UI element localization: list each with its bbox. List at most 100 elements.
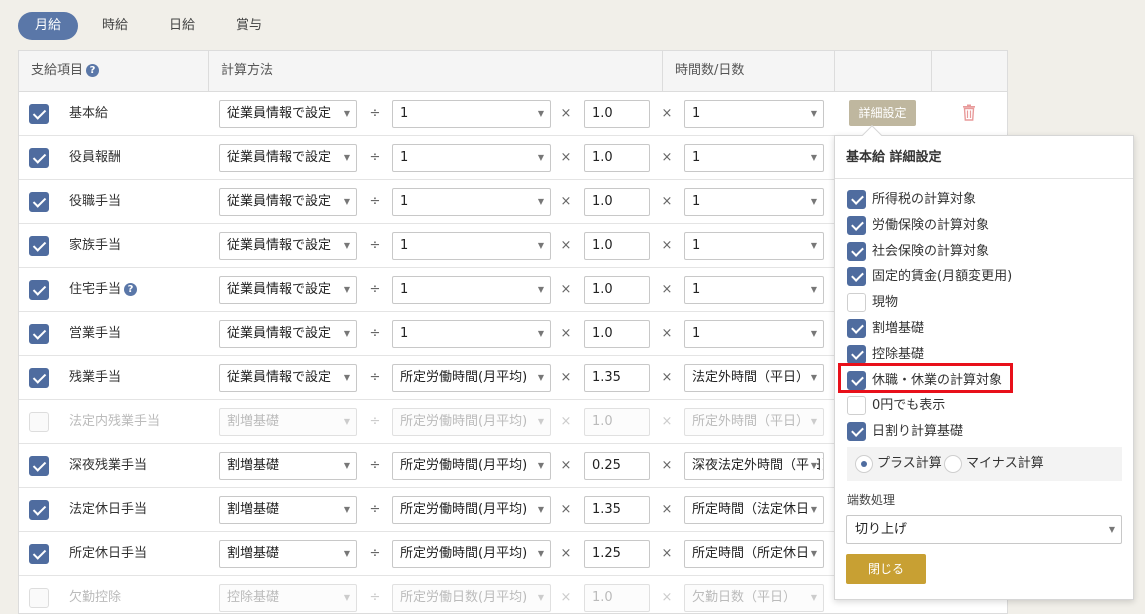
factor-input[interactable]: 1.0 <box>584 320 650 348</box>
row-checkbox[interactable] <box>29 544 49 564</box>
divisor-select[interactable]: 所定労働日数(月平均) <box>392 584 551 612</box>
row-checkbox[interactable] <box>29 412 49 432</box>
divisor-select[interactable]: 所定労働時間(月平均) <box>392 364 551 392</box>
method-select[interactable]: 従業員情報で設定 <box>219 188 357 216</box>
rounding-label: 端数処理 <box>847 493 896 507</box>
row-checkbox[interactable] <box>29 324 49 344</box>
hours-select[interactable]: 1 <box>684 320 824 348</box>
hours-select[interactable]: 法定外時間（平日） <box>684 364 824 392</box>
option-checkbox[interactable] <box>847 215 866 235</box>
multiply-operator: × <box>661 370 673 385</box>
header-item-label: 支給項目 <box>31 63 84 78</box>
hours-select[interactable]: 所定時間（法定休日） <box>684 496 824 524</box>
divisor-select[interactable]: 1 <box>392 232 551 260</box>
option-checkbox[interactable] <box>847 241 866 261</box>
divisor-select[interactable]: 所定労働時間(月平均) <box>392 408 551 436</box>
radio-minus[interactable] <box>944 455 962 473</box>
method-select[interactable]: 割増基礎 <box>219 496 357 524</box>
row-checkbox[interactable] <box>29 588 49 608</box>
row-checkbox[interactable] <box>29 236 49 256</box>
row-checkbox[interactable] <box>29 500 49 520</box>
hours-select[interactable]: 1 <box>684 276 824 304</box>
factor-input[interactable]: 1.35 <box>584 496 650 524</box>
factor-input[interactable]: 1.0 <box>584 408 650 436</box>
close-button[interactable]: 閉じる <box>846 554 926 584</box>
divisor-select[interactable]: 所定労働時間(月平均) <box>392 452 551 480</box>
row-checkbox[interactable] <box>29 280 49 300</box>
header-method-label: 計算方法 <box>221 63 274 78</box>
help-icon[interactable]: ? <box>124 283 138 296</box>
divisor-select[interactable]: 1 <box>392 144 551 172</box>
radio-plus[interactable] <box>855 455 873 473</box>
help-icon[interactable]: ? <box>86 64 100 77</box>
multiply-operator: × <box>661 590 673 605</box>
hours-select[interactable]: 1 <box>684 144 824 172</box>
hours-select[interactable]: 所定時間（所定休日） <box>684 540 824 568</box>
multiply-operator: × <box>661 150 673 165</box>
option-checkbox[interactable] <box>847 396 866 416</box>
multiply-operator: × <box>661 546 673 561</box>
row-checkbox[interactable] <box>29 192 49 212</box>
item-name: 残業手当 <box>69 370 122 385</box>
hours-select[interactable]: 欠勤日数（平日） <box>684 584 824 612</box>
multiply-operator: × <box>560 194 572 209</box>
option-checkbox[interactable] <box>847 293 866 313</box>
divide-operator: ÷ <box>369 150 381 165</box>
tab-monthly[interactable]: 月給 <box>18 12 79 40</box>
factor-input[interactable]: 1.25 <box>584 540 650 568</box>
option-checkbox[interactable] <box>847 344 866 364</box>
method-select[interactable]: 控除基礎 <box>219 584 357 612</box>
method-select[interactable]: 割増基礎 <box>219 452 357 480</box>
row-checkbox[interactable] <box>29 368 49 388</box>
option-label: 固定的賃金(月額変更用) <box>872 269 1013 285</box>
factor-input[interactable]: 1.0 <box>584 144 650 172</box>
factor-input[interactable]: 1.0 <box>584 100 650 128</box>
method-select[interactable]: 従業員情報で設定 <box>219 144 357 172</box>
option-checkbox[interactable] <box>847 267 866 287</box>
method-select[interactable]: 従業員情報で設定 <box>219 276 357 304</box>
factor-input[interactable]: 1.0 <box>584 188 650 216</box>
factor-input[interactable]: 0.25 <box>584 452 650 480</box>
divisor-select[interactable]: 1 <box>392 188 551 216</box>
option-checkbox[interactable] <box>847 190 866 209</box>
detail-settings-button[interactable]: 詳細設定 <box>849 100 916 126</box>
method-select[interactable]: 従業員情報で設定 <box>219 100 357 128</box>
divisor-select[interactable]: 1 <box>392 320 551 348</box>
multiply-operator: × <box>661 502 673 517</box>
method-select[interactable]: 従業員情報で設定 <box>219 364 357 392</box>
option-checkbox[interactable] <box>847 319 866 338</box>
method-select[interactable]: 割増基礎 <box>219 540 357 568</box>
tab-daily[interactable]: 日給 <box>152 12 212 40</box>
divisor-select[interactable]: 所定労働時間(月平均) <box>392 540 551 568</box>
tab-hourly[interactable]: 時給 <box>85 12 145 40</box>
option-label: 0円でも表示 <box>872 398 946 414</box>
row-checkbox[interactable] <box>29 456 49 476</box>
item-name: 法定内残業手当 <box>69 414 161 429</box>
hours-select[interactable]: 深夜法定外時間（平日） <box>684 452 824 480</box>
option-label: 割増基礎 <box>872 321 925 336</box>
divisor-select[interactable]: 1 <box>392 276 551 304</box>
option-checkbox[interactable] <box>847 422 866 442</box>
factor-input[interactable]: 1.0 <box>584 276 650 304</box>
row-checkbox[interactable] <box>29 148 49 168</box>
multiply-operator: × <box>560 106 572 121</box>
hours-select[interactable]: 1 <box>684 100 824 128</box>
method-select[interactable]: 従業員情報で設定 <box>219 320 357 348</box>
factor-input[interactable]: 1.35 <box>584 364 650 392</box>
header-method: 計算方法 <box>209 51 663 92</box>
rounding-select[interactable]: 切り上げ <box>846 515 1122 544</box>
divisor-select[interactable]: 1 <box>392 100 551 128</box>
divisor-select[interactable]: 所定労働時間(月平均) <box>392 496 551 524</box>
method-select[interactable]: 割増基礎 <box>219 408 357 436</box>
row-checkbox[interactable] <box>29 104 49 124</box>
hours-select[interactable]: 1 <box>684 232 824 260</box>
factor-input[interactable]: 1.0 <box>584 584 650 612</box>
hours-select[interactable]: 所定外時間（平日） <box>684 408 824 436</box>
divide-operator: ÷ <box>369 194 381 209</box>
hours-select[interactable]: 1 <box>684 188 824 216</box>
method-select[interactable]: 従業員情報で設定 <box>219 232 357 260</box>
divide-operator: ÷ <box>369 458 381 473</box>
factor-input[interactable]: 1.0 <box>584 232 650 260</box>
trash-icon[interactable] <box>962 104 976 121</box>
tab-bonus[interactable]: 賞与 <box>219 12 279 40</box>
